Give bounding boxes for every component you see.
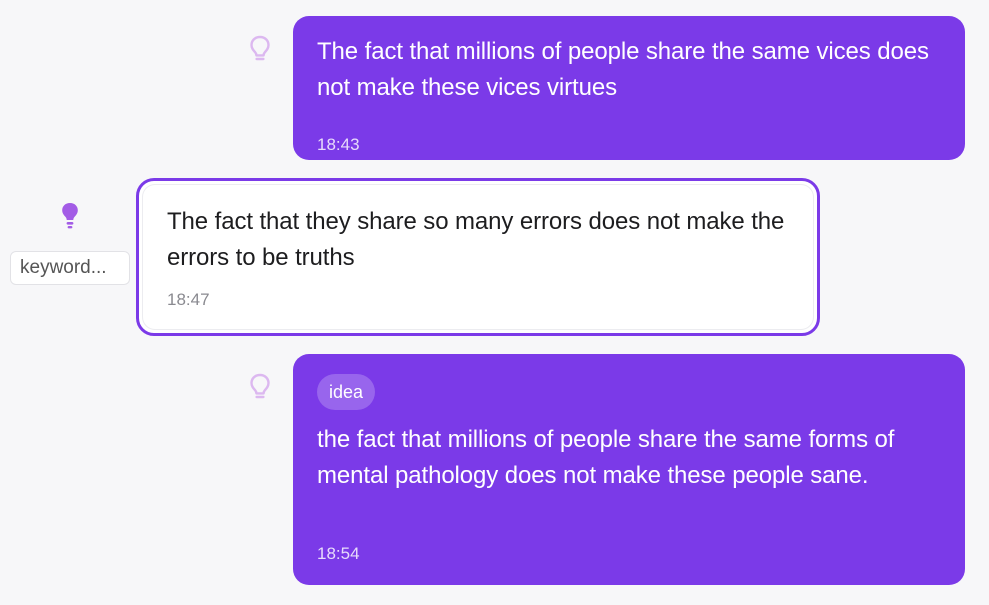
keyword-chip[interactable]: keyword... [10, 251, 130, 285]
message-bubble-sent[interactable]: idea the fact that millions of people sh… [293, 354, 965, 585]
chat-thread: The fact that millions of people share t… [0, 0, 989, 605]
lightbulb-filled-icon[interactable] [58, 200, 82, 232]
lightbulb-outline-icon[interactable] [248, 34, 272, 66]
message-bubble-sent[interactable]: The fact that millions of people share t… [293, 16, 965, 160]
message-timestamp: 18:54 [317, 544, 360, 563]
lightbulb-outline-icon[interactable] [248, 372, 272, 404]
tag-chip[interactable]: idea [317, 374, 376, 410]
message-timestamp: 18:43 [317, 135, 360, 154]
message-text: the fact that millions of people share t… [317, 426, 895, 489]
message-bubble-received[interactable]: The fact that they share so many errors … [136, 178, 820, 336]
message-timestamp: 18:47 [167, 290, 210, 309]
message-text: The fact that they share so many errors … [167, 208, 785, 271]
message-text: The fact that millions of people share t… [317, 38, 929, 101]
